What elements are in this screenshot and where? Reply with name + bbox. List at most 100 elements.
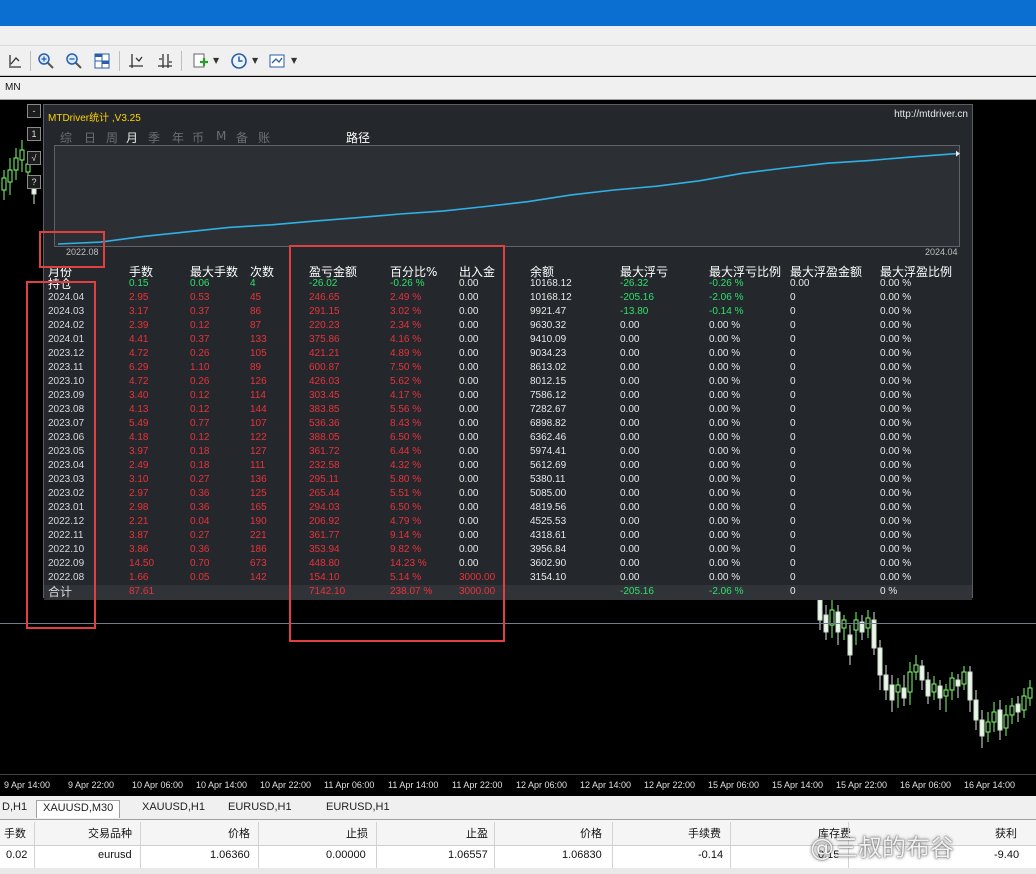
tab-6[interactable]: 币 [192, 129, 204, 146]
zoom-in-icon[interactable] [35, 50, 57, 72]
panel-url[interactable]: http://mtdriver.cn [894, 109, 968, 120]
table-row: 2023.04 2.49 0.18 111 232.58 4.32 % 0.00 5612.6… [44, 459, 972, 473]
tab-0[interactable]: 综 [60, 129, 72, 146]
cell-col-9: 0.00 % [709, 390, 741, 401]
cell-col-7: 9921.47 [530, 306, 567, 317]
cell-col-11: 0.00 % [880, 292, 912, 303]
orders-header-col-6[interactable]: 手续费 [688, 825, 721, 841]
indicator-add-icon[interactable] [189, 50, 211, 72]
candle [913, 655, 919, 680]
column-separator[interactable] [494, 822, 495, 868]
cell-col-9: -0.26 % [709, 278, 744, 289]
period-dropdown-icon[interactable]: ▼ [252, 56, 258, 65]
cell-col-8: 0.00 [620, 502, 640, 513]
timeframe-mn-button[interactable]: MN [5, 82, 21, 93]
tab-7[interactable]: M [216, 129, 226, 143]
title-bar [0, 0, 1036, 26]
table-row: 2022.09 14.50 0.70 673 448.80 14.23 % 0.00 3602… [44, 557, 972, 571]
cell-col-2: 0.12 [190, 432, 210, 443]
tab-1[interactable]: 日 [84, 129, 96, 146]
chart-tab-3[interactable]: EURUSD,H1 [222, 800, 298, 818]
order-cell-col-4: 1.06557 [448, 849, 488, 861]
candle [901, 675, 907, 706]
cell-col-11: 0.00 % [880, 474, 912, 485]
cell-col-10: 0 [790, 544, 796, 555]
candle [1003, 705, 1009, 736]
time-label: 15 Apr 14:00 [772, 780, 824, 790]
check-button[interactable]: √ [27, 151, 41, 165]
tab-2[interactable]: 周 [106, 129, 118, 146]
tile-windows-icon[interactable] [91, 50, 113, 72]
cell-col-11: 0.00 % [880, 348, 912, 359]
column-separator[interactable] [258, 822, 259, 868]
cell-col-10: 0 [790, 348, 796, 359]
cell-col-9: 0.00 % [709, 544, 741, 555]
orders-header-col-8[interactable]: 获利 [995, 825, 1017, 841]
route-tab[interactable]: 路径 [346, 129, 370, 146]
cell-col-8: 0.00 [620, 334, 640, 345]
cell-col-10: 0 [790, 586, 796, 597]
chart-tab-1[interactable]: XAUUSD,M30 [36, 800, 121, 818]
tab-4[interactable]: 季 [148, 129, 160, 146]
cell-col-8: 0.00 [620, 418, 640, 429]
candle [835, 605, 841, 645]
tab-5[interactable]: 年 [172, 129, 184, 146]
cell-col-9: -0.14 % [709, 306, 744, 317]
orders-header-col-5[interactable]: 价格 [580, 825, 602, 841]
time-label: 11 Apr 06:00 [324, 780, 375, 790]
cell-col-7: 8613.02 [530, 362, 567, 373]
stats-panel: MTDriver统计 ,V3.25 http://mtdriver.cn 综日周… [43, 104, 973, 600]
column-separator[interactable] [730, 822, 731, 868]
candle [961, 666, 967, 690]
orders-header-col-2[interactable]: 价格 [228, 825, 250, 841]
candle [907, 662, 913, 705]
cell-col-8: 0.00 [620, 320, 640, 331]
cell-col-3: 122 [250, 432, 267, 443]
cell-col-1: 14.50 [129, 558, 155, 569]
cell-col-3: 133 [250, 334, 267, 345]
cell-col-1: 3.97 [129, 446, 149, 457]
column-separator[interactable] [612, 822, 613, 868]
orders-header-col-4[interactable]: 止盈 [466, 825, 488, 841]
chart-tab-4[interactable]: EURUSD,H1 [320, 800, 396, 818]
cell-col-2: 0.53 [190, 292, 210, 303]
template-dropdown-icon[interactable]: ▼ [291, 56, 297, 65]
cell-col-8: 0.00 [620, 348, 640, 359]
period-separator-icon[interactable] [125, 50, 147, 72]
price-level-line[interactable] [0, 623, 1036, 624]
table-row: 2023.06 4.18 0.12 122 388.05 6.50 % 0.00 6362.4… [44, 431, 972, 445]
cell-col-11: 0.00 % [880, 572, 912, 583]
orders-header-col-1[interactable]: 交易品种 [88, 825, 132, 841]
column-separator[interactable] [140, 822, 141, 868]
cell-col-8: 0.00 [620, 572, 640, 583]
tab-3[interactable]: 月 [126, 129, 138, 146]
menu-strip [0, 26, 1036, 46]
column-separator[interactable] [34, 822, 35, 868]
cell-col-1: 4.18 [129, 432, 149, 443]
cell-col-8: 0.00 [620, 432, 640, 443]
orders-header-col-0[interactable]: 手数 [4, 825, 26, 841]
tab-8[interactable]: 备 [236, 129, 248, 146]
zoom-out-icon[interactable] [63, 50, 85, 72]
cell-col-1: 2.95 [129, 292, 149, 303]
orders-header-col-3[interactable]: 止损 [346, 825, 368, 841]
help-button[interactable]: ? [27, 175, 41, 189]
chart-tab-2[interactable]: XAUUSD,H1 [136, 800, 211, 818]
panel-mode-button[interactable]: 1 [27, 127, 41, 141]
minimize-panel-button[interactable]: - [27, 104, 41, 118]
line-tool-icon[interactable] [4, 50, 26, 72]
column-separator[interactable] [376, 822, 377, 868]
chart-tab-0[interactable]: D,H1 [0, 800, 33, 818]
cell-col-10: 0 [790, 530, 796, 541]
table-row: 2024.03 3.17 0.37 86 291.15 3.02 % 0.00 9921.47… [44, 305, 972, 319]
candle [1015, 696, 1021, 722]
autoscroll-icon[interactable] [154, 50, 176, 72]
equity-curve [57, 150, 960, 245]
table-row: 2022.12 2.21 0.04 190 206.92 4.79 % 0.00 4525.5… [44, 515, 972, 529]
template-icon[interactable] [266, 50, 288, 72]
cell-col-11: 0.00 % [880, 334, 912, 345]
indicator-dropdown-icon[interactable]: ▼ [213, 56, 219, 65]
cell-col-7: 5974.41 [530, 446, 567, 457]
cell-col-10: 0 [790, 488, 796, 499]
clock-icon[interactable] [228, 50, 250, 72]
